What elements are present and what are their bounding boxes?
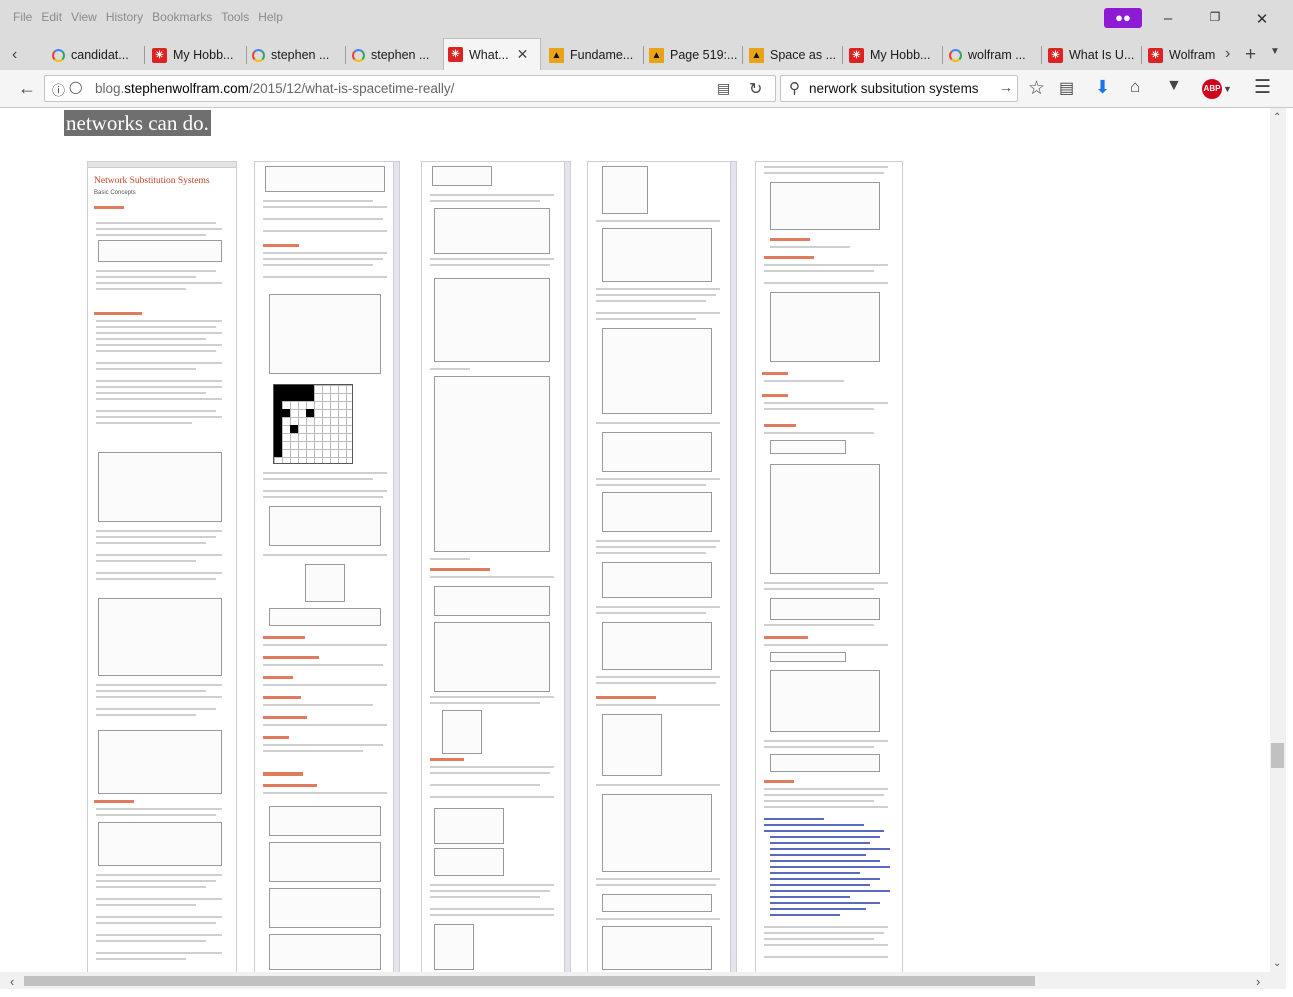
tab-7[interactable]: ▲ Page 519:...	[645, 40, 741, 70]
hamburger-menu-icon[interactable]: ☰	[1254, 76, 1271, 99]
scroll-up-icon[interactable]: ⌃	[1273, 112, 1281, 123]
close-tab-icon[interactable]: ✕	[517, 46, 529, 63]
tab-label: Fundame...	[570, 48, 634, 62]
tab-4[interactable]: stephen ...	[348, 40, 440, 70]
wolfram-icon: ✳	[448, 47, 463, 62]
new-tab-icon[interactable]: +	[1245, 44, 1256, 66]
vertical-scroll-thumb[interactable]	[1271, 743, 1284, 768]
pocket-icon[interactable]: ▼	[1166, 77, 1182, 95]
horizontal-scroll-thumb[interactable]	[24, 976, 1035, 986]
search-icon: ⚲	[789, 80, 800, 97]
back-icon[interactable]: ←	[18, 78, 36, 99]
tab-label: candidat...	[71, 48, 129, 62]
notebook-subtitle: Basic Concepts	[94, 190, 136, 196]
google-icon	[52, 48, 65, 62]
shield-icon[interactable]: ◯	[69, 80, 82, 94]
google-icon	[352, 48, 365, 62]
minimize-icon[interactable]: –	[1156, 10, 1180, 27]
google-icon	[252, 48, 265, 62]
selected-text-heading: networks can do.	[64, 110, 211, 136]
tab-label: What Is U...	[1069, 48, 1135, 62]
google-icon	[949, 48, 962, 62]
tab-label: stephen ...	[371, 48, 430, 62]
page-content: networks can do. Network Substitution Sy…	[0, 108, 1270, 972]
scroll-down-icon[interactable]: ⌄	[1273, 958, 1281, 969]
reader-view-icon[interactable]: ▤	[717, 80, 730, 97]
wolfram-icon: ✳	[849, 47, 864, 63]
adblock-plus-icon[interactable]: ABP	[1202, 79, 1222, 99]
tab-8[interactable]: ▲ Space as ...	[745, 40, 841, 70]
private-browsing-mask-icon: ●●	[1104, 8, 1142, 28]
menu-view[interactable]: View	[71, 10, 97, 24]
close-window-icon[interactable]: ✕	[1250, 10, 1274, 28]
menu-bookmarks[interactable]: Bookmarks	[152, 10, 212, 24]
book-icon: ▲	[549, 47, 564, 63]
search-bar[interactable]: ⚲ nerwork subsitution systems →	[780, 75, 1018, 102]
tab-10[interactable]: wolfram ...	[945, 40, 1041, 70]
tab-scroll-right-icon[interactable]: ›	[1225, 45, 1230, 63]
tab-6[interactable]: ▲ Fundame...	[545, 40, 641, 70]
wolfram-icon: ✳	[1048, 47, 1063, 63]
notebook-title: Network Substitution Systems	[94, 176, 210, 186]
menu-history[interactable]: History	[106, 10, 143, 24]
url-bar[interactable]: ⓘ ◯ blog.stephenwolfram.com/2015/12/what…	[44, 75, 776, 102]
tab-1[interactable]: candidat...	[48, 40, 140, 70]
tab-label: stephen ...	[271, 48, 330, 62]
menu-edit[interactable]: Edit	[41, 10, 62, 24]
menu-help[interactable]: Help	[258, 10, 283, 24]
tab-11[interactable]: ✳ What Is U...	[1044, 40, 1140, 70]
scroll-left-icon[interactable]: ‹	[10, 974, 14, 989]
tab-label: Wolfram	[1169, 48, 1216, 62]
tab-5-active[interactable]: ✳ What... ✕	[443, 38, 541, 70]
all-tabs-dropdown-icon[interactable]: ▼	[1270, 46, 1280, 57]
vertical-scrollbar[interactable]	[1270, 108, 1286, 972]
tab-scroll-left-icon[interactable]: ‹	[12, 46, 17, 64]
tab-label: wolfram ...	[968, 48, 1026, 62]
tab-label: Page 519:...	[670, 48, 738, 62]
tab-2[interactable]: ✳ My Hobb...	[148, 40, 244, 70]
tab-3[interactable]: stephen ...	[248, 40, 340, 70]
notebook-page-3	[421, 161, 571, 972]
wolfram-icon: ✳	[152, 47, 167, 63]
home-icon[interactable]: ⌂	[1130, 77, 1140, 97]
menu-bar: File Edit View History Bookmarks Tools H…	[0, 0, 1293, 36]
search-go-icon[interactable]: →	[999, 79, 1013, 95]
downloads-icon[interactable]: ⬇	[1095, 77, 1110, 98]
tab-label: My Hobb...	[173, 48, 234, 62]
notebook-page-4	[587, 161, 737, 972]
tab-12[interactable]: ✳ Wolfram	[1144, 40, 1222, 70]
menu-file[interactable]: File	[13, 10, 32, 24]
url-text: blog.stephenwolfram.com/2015/12/what-is-…	[95, 81, 455, 96]
adblock-dropdown-icon[interactable]: ▼	[1223, 84, 1232, 94]
book-icon: ▲	[649, 47, 664, 63]
book-icon: ▲	[749, 47, 764, 63]
notebook-page-1: Network Substitution Systems Basic Conce…	[87, 161, 237, 972]
notebook-page-5	[755, 161, 903, 972]
bookmark-star-icon[interactable]: ☆	[1028, 77, 1045, 100]
notebook-page-2	[254, 161, 400, 972]
tab-label: Space as ...	[770, 48, 837, 62]
search-input[interactable]: nerwork subsitution systems	[809, 81, 979, 96]
tab-label: My Hobb...	[870, 48, 931, 62]
tab-label: What...	[469, 47, 509, 62]
scroll-right-icon[interactable]: ›	[1256, 974, 1260, 989]
restore-icon[interactable]: ❐	[1203, 10, 1227, 24]
info-icon[interactable]: ⓘ	[52, 80, 65, 99]
wolfram-icon: ✳	[1148, 47, 1163, 63]
browser-window: File Edit View History Bookmarks Tools H…	[0, 0, 1293, 997]
bookmarks-list-icon[interactable]: ▤	[1059, 78, 1074, 98]
menu-tools[interactable]: Tools	[221, 10, 249, 24]
reload-icon[interactable]: ↻	[749, 79, 762, 99]
tab-9[interactable]: ✳ My Hobb...	[845, 40, 941, 70]
grid-figure	[273, 384, 353, 464]
